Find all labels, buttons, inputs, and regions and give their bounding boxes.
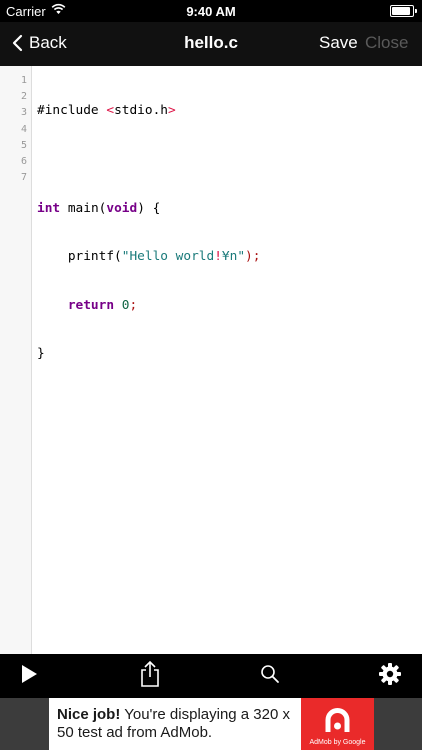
bottom-toolbar [0,654,422,698]
code-token: ! [214,249,222,265]
code-token: main( [60,200,107,216]
code-token: 0 [114,297,130,313]
line-number: 5 [20,139,27,151]
code-editor[interactable]: 1 2 3 4 5 6 7 #include <stdio.h> int mai… [0,66,422,654]
code-line: printf("Hello world!¥n"); [37,249,416,265]
code-token: ¥n" [221,249,246,265]
code-line: return 0; [37,298,416,314]
play-icon [20,664,38,689]
line-number: 2 [20,91,27,103]
nav-bar: Back hello.c Save Close [0,22,422,66]
admob-logo: AdMob by Google [301,698,374,750]
code-token: stdio.h [114,103,168,119]
code-token: printf( [37,249,122,265]
code-token: ); [245,249,261,265]
code-line: int main(void) { [37,201,416,217]
save-button[interactable]: Save [319,33,358,53]
code-token: return [37,297,115,313]
code-token: #include [37,103,107,119]
share-icon [139,660,161,693]
status-bar: Carrier 9:40 AM [0,0,422,22]
line-number: 4 [20,123,27,135]
search-icon [260,664,280,689]
line-number: 6 [20,156,27,168]
ad-text: Nice job! You're displaying a 320 x 50 t… [57,706,297,742]
ad-headline: Nice job! [57,706,121,723]
line-number: 3 [20,107,27,119]
code-token: > [168,103,176,119]
ad-banner-area: Nice job! You're displaying a 320 x 50 t… [0,698,422,750]
battery-icon [390,5,417,17]
code-token: < [106,103,115,119]
code-token: "Hello world [121,249,215,265]
code-line: } [37,346,416,362]
admob-caption: AdMob by Google [309,739,366,746]
code-text[interactable]: #include <stdio.h> int main(void) { prin… [37,71,416,444]
search-button[interactable] [250,654,290,698]
code-token: int [37,200,61,216]
settings-button[interactable] [370,654,410,698]
back-label: Back [29,33,67,52]
line-number: 1 [20,75,27,86]
gear-icon [378,662,402,691]
code-token: ) { [137,200,161,216]
back-button[interactable]: Back [12,33,67,53]
code-token: void [106,200,138,216]
clock: 9:40 AM [186,4,236,19]
chevron-left-icon [12,34,23,52]
share-button[interactable] [130,654,170,698]
code-token: ; [129,297,138,313]
code-line: #include <stdio.h> [37,103,416,119]
ad-banner[interactable]: Nice job! You're displaying a 320 x 50 t… [49,698,374,750]
line-numbers: 1 2 3 4 5 6 7 [0,73,27,186]
line-number: 7 [20,172,27,184]
run-button[interactable] [10,654,48,698]
code-token: } [37,346,45,362]
line-number-gutter: 1 2 3 4 5 6 7 [0,66,32,654]
close-button[interactable]: Close [365,33,408,53]
